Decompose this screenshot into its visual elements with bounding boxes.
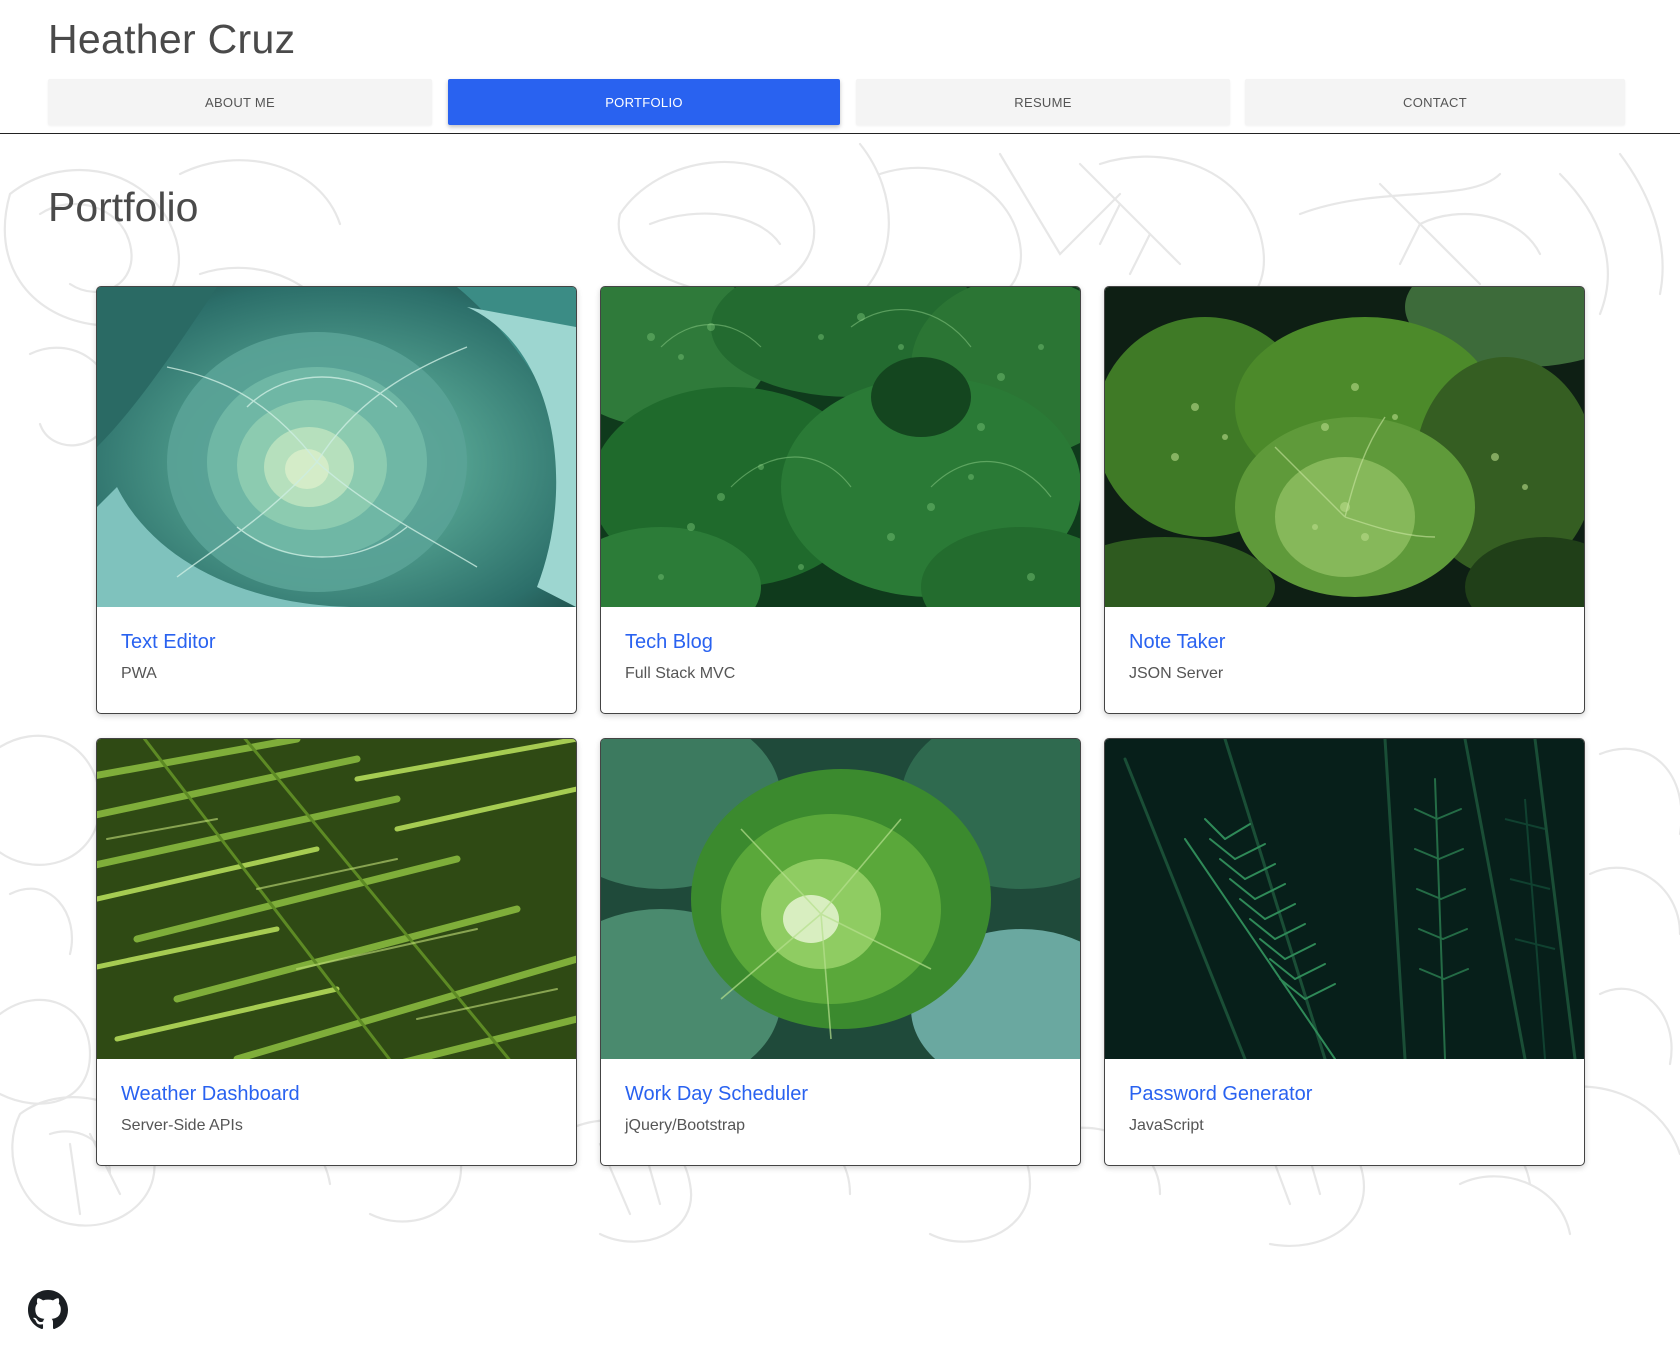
github-icon xyxy=(28,1290,68,1330)
savoy-cabbage-photo xyxy=(1105,287,1584,607)
card-subtitle: JSON Server xyxy=(1129,665,1224,682)
site-title: Heather Cruz xyxy=(48,16,296,62)
card-title-link[interactable]: Weather Dashboard xyxy=(121,1083,300,1106)
card-body: Tech Blog Full Stack MVC xyxy=(601,607,1080,713)
portfolio-section: Portfolio Text Editor PWA Tech Blog Full… xyxy=(0,134,1680,1260)
section-title: Portfolio xyxy=(48,184,199,230)
project-card[interactable]: Note Taker JSON Server xyxy=(1104,286,1585,714)
tab-portfolio[interactable]: PORTFOLIO xyxy=(448,79,840,125)
tab-resume[interactable]: RESUME xyxy=(856,79,1230,125)
card-title-link[interactable]: Note Taker xyxy=(1129,631,1225,654)
card-subtitle: Server-Side APIs xyxy=(121,1117,243,1134)
site-footer xyxy=(0,1260,1680,1360)
card-body: Work Day Scheduler jQuery/Bootstrap xyxy=(601,1059,1080,1165)
card-body: Text Editor PWA xyxy=(97,607,576,713)
card-title-link[interactable]: Text Editor xyxy=(121,631,215,654)
pine-branches-photo xyxy=(1105,739,1584,1059)
card-title-link[interactable]: Tech Blog xyxy=(625,631,713,654)
card-body: Password Generator JavaScript xyxy=(1105,1059,1584,1165)
cabbage-photo xyxy=(97,287,576,607)
project-card[interactable]: Text Editor PWA xyxy=(96,286,577,714)
project-card[interactable]: Weather Dashboard Server-Side APIs xyxy=(96,738,577,1166)
project-card[interactable]: Tech Blog Full Stack MVC xyxy=(600,286,1081,714)
project-card[interactable]: Password Generator JavaScript xyxy=(1104,738,1585,1166)
leafy-greens-photo xyxy=(601,739,1080,1059)
site-header: Heather Cruz ABOUT ME PORTFOLIO RESUME C… xyxy=(0,0,1680,134)
card-body: Note Taker JSON Server xyxy=(1105,607,1584,713)
savoy-leaves-photo xyxy=(601,287,1080,607)
card-subtitle: jQuery/Bootstrap xyxy=(625,1117,746,1134)
card-subtitle: PWA xyxy=(121,665,157,682)
fern-photo xyxy=(97,739,576,1059)
card-subtitle: Full Stack MVC xyxy=(625,665,736,682)
card-subtitle: JavaScript xyxy=(1129,1117,1204,1134)
card-title-link[interactable]: Work Day Scheduler xyxy=(625,1083,808,1106)
github-link[interactable] xyxy=(28,1290,68,1330)
tab-about-me[interactable]: ABOUT ME xyxy=(48,79,432,125)
tab-contact[interactable]: CONTACT xyxy=(1245,79,1625,125)
project-card[interactable]: Work Day Scheduler jQuery/Bootstrap xyxy=(600,738,1081,1166)
card-title-link[interactable]: Password Generator xyxy=(1129,1083,1312,1106)
project-grid: Text Editor PWA Tech Blog Full Stack MVC… xyxy=(96,286,1585,1166)
page: Heather Cruz ABOUT ME PORTFOLIO RESUME C… xyxy=(0,0,1680,1360)
card-body: Weather Dashboard Server-Side APIs xyxy=(97,1059,576,1165)
main-nav: ABOUT ME PORTFOLIO RESUME CONTACT xyxy=(48,79,1625,125)
